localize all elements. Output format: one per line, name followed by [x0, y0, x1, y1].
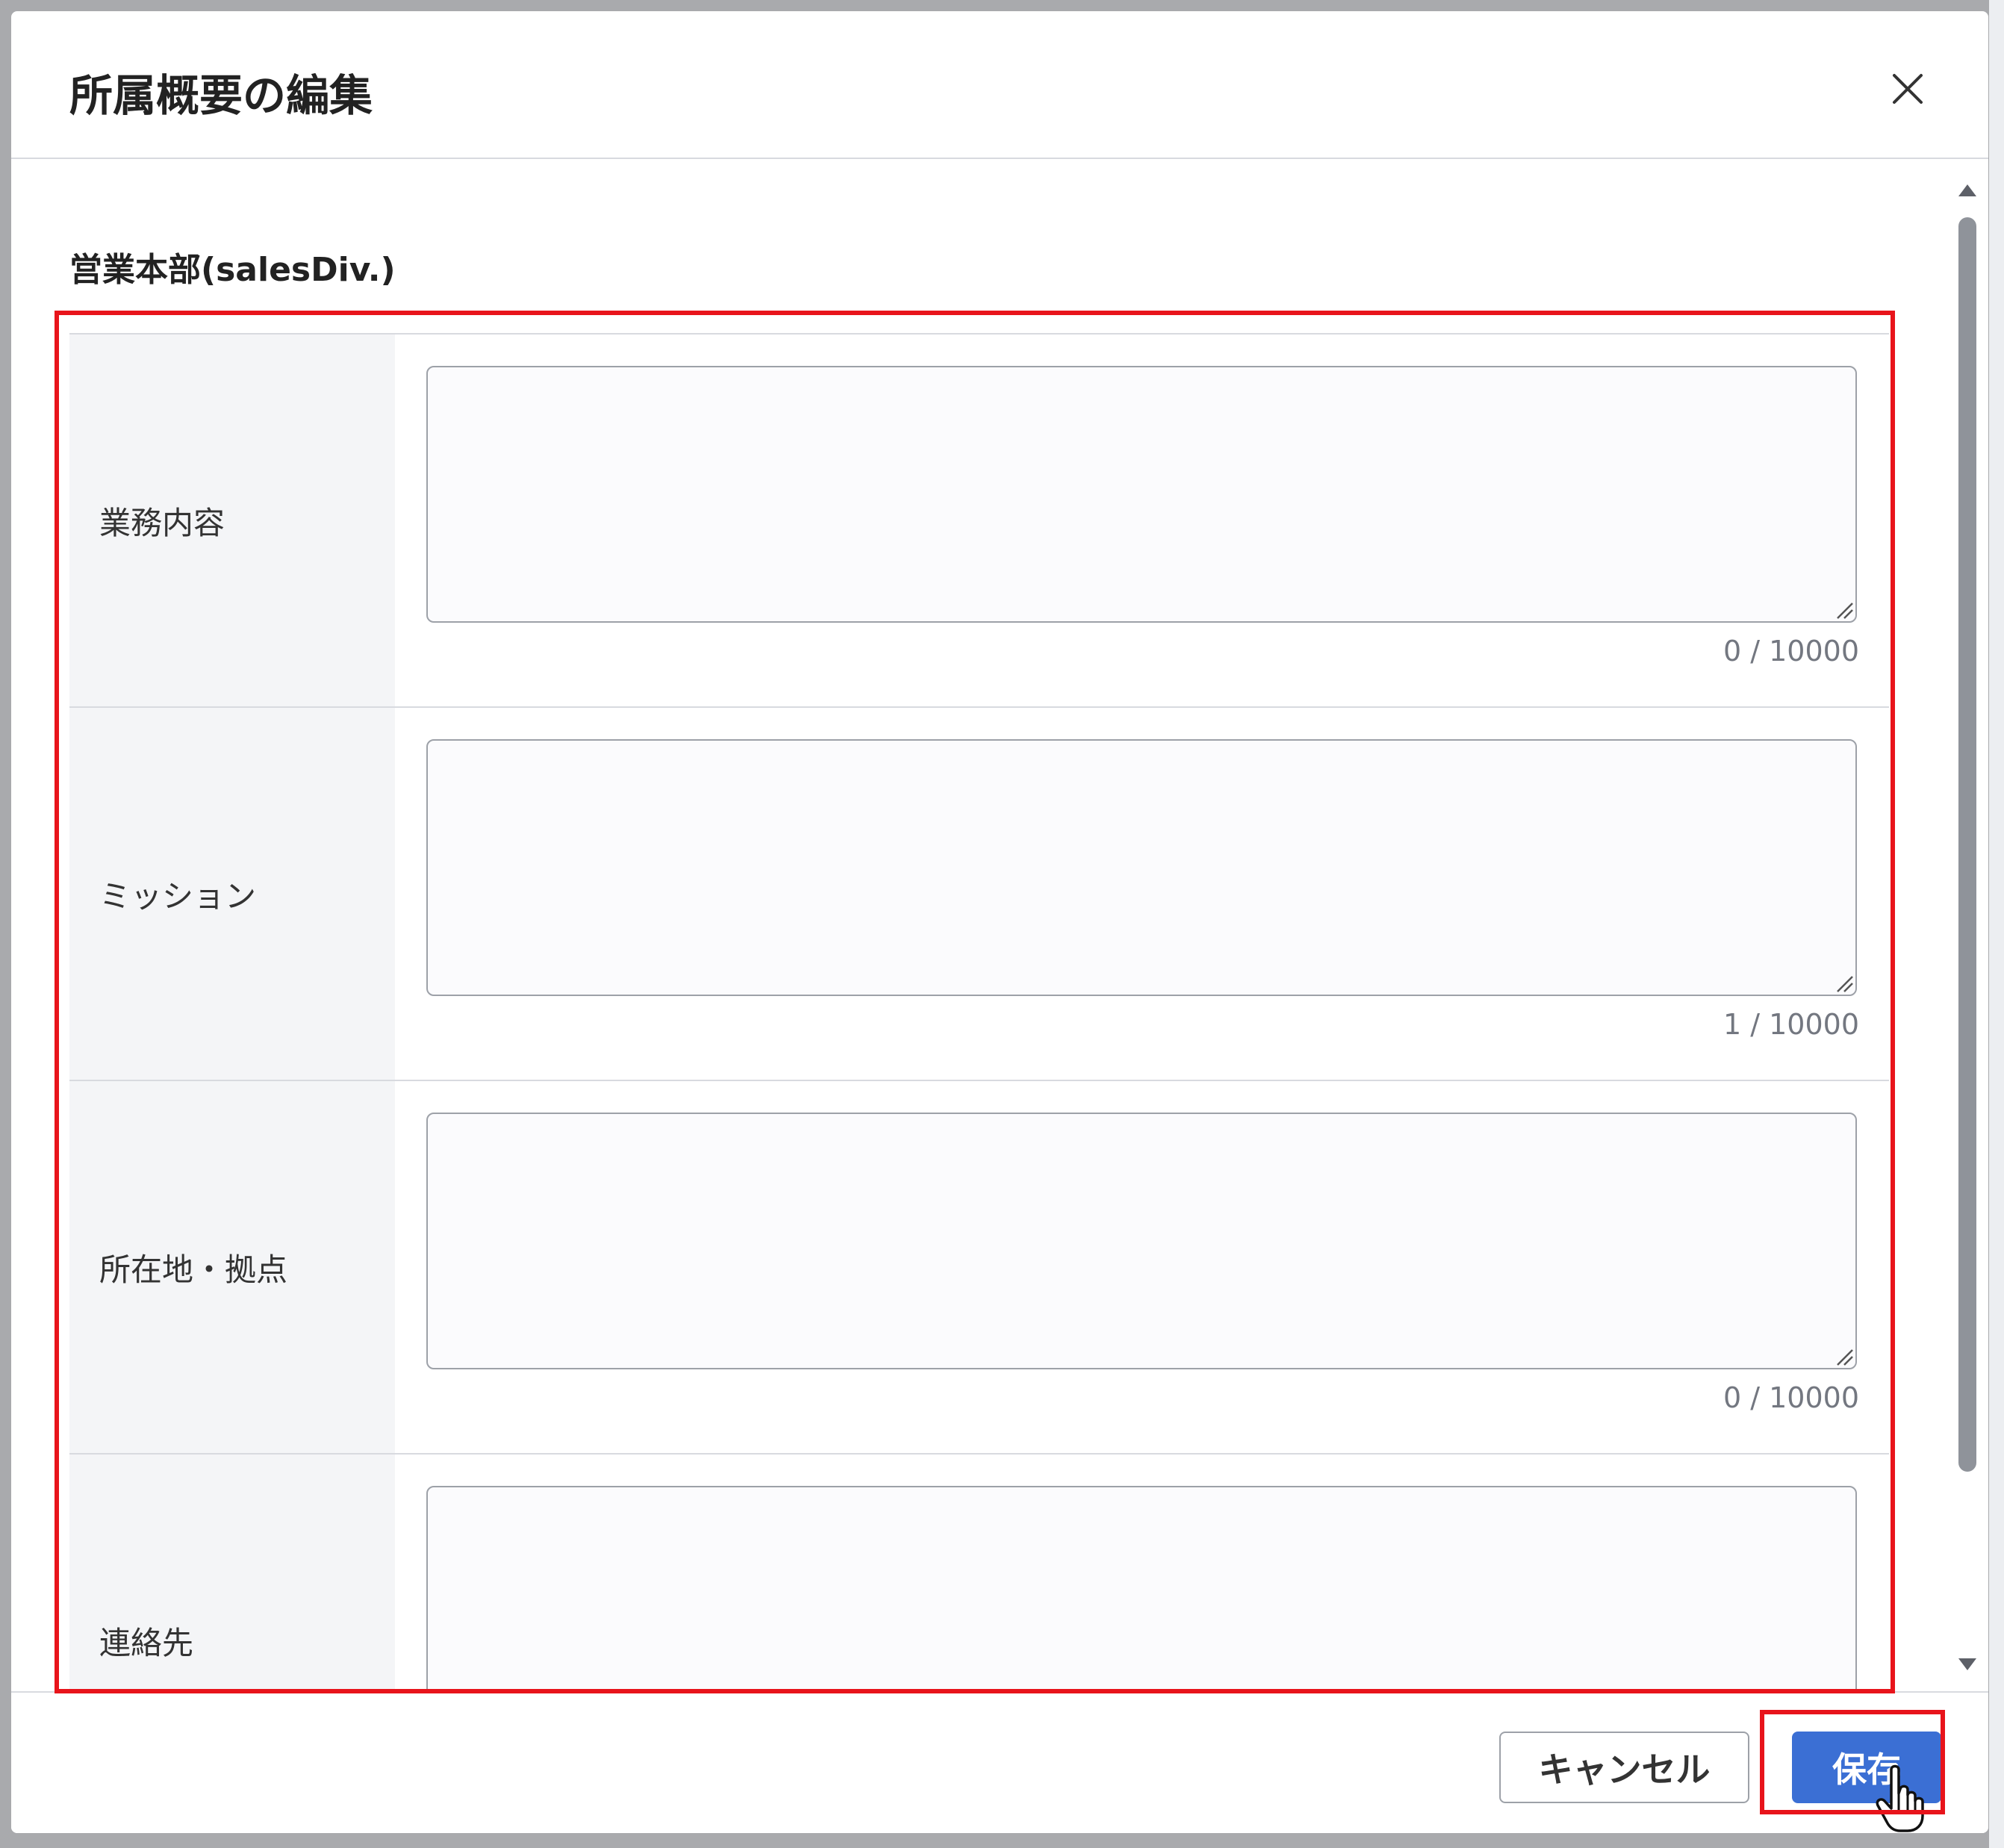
business-textarea[interactable] [426, 366, 1857, 623]
contact-textarea[interactable] [426, 1486, 1857, 1690]
scroll-up-arrow-icon[interactable] [1957, 180, 1978, 201]
modal-body: 営業本部(salesDiv.) 業務内容 0 / 10000 ミッション 1 /… [11, 161, 1967, 1690]
form-row-location: 所在地・拠点 0 / 10000 [69, 1081, 1889, 1455]
label-cell: 業務内容 [69, 335, 395, 706]
scroll-thumb[interactable] [1958, 217, 1976, 1472]
close-button[interactable] [1878, 59, 1938, 119]
label-cell: ミッション [69, 708, 395, 1080]
location-textarea[interactable] [426, 1113, 1857, 1369]
char-counter: 0 / 10000 [1723, 1381, 1859, 1414]
modal-title: 所属概要の編集 [69, 70, 373, 121]
resize-handle-icon[interactable] [1835, 600, 1854, 620]
modal-scrollbar[interactable] [1952, 168, 1982, 1684]
section-title: 営業本部(salesDiv.) [69, 251, 396, 289]
field-label-location: 所在地・拠点 [99, 1251, 288, 1288]
cancel-button[interactable]: キャンセル [1499, 1732, 1749, 1803]
form-table: 業務内容 0 / 10000 ミッション 1 / 10000 所在地・拠点 0 … [69, 333, 1889, 1690]
modal-footer: キャンセル 保存 [11, 1691, 1988, 1833]
form-row-business: 業務内容 0 / 10000 [69, 335, 1889, 708]
label-cell: 所在地・拠点 [69, 1081, 395, 1453]
field-label-contact: 連絡先 [99, 1624, 194, 1661]
field-cell: 0 / 10000 [395, 335, 1889, 706]
field-label-business: 業務内容 [99, 504, 225, 541]
resize-handle-icon[interactable] [1835, 1347, 1854, 1366]
mission-textarea[interactable] [426, 739, 1857, 996]
char-counter: 1 / 10000 [1723, 1008, 1859, 1041]
resize-handle-icon[interactable] [1835, 974, 1854, 993]
background-page-edge [1989, 0, 2004, 1848]
field-cell: 1 / 10000 [395, 708, 1889, 1080]
scroll-down-arrow-icon[interactable] [1957, 1654, 1978, 1675]
field-cell: 0 / 10000 [395, 1081, 1889, 1453]
char-counter: 0 / 10000 [1723, 635, 1859, 668]
label-cell: 連絡先 [69, 1455, 395, 1690]
edit-affiliation-modal: 所属概要の編集 営業本部(salesDiv.) 業務内容 0 / 10000 ミ… [11, 11, 1988, 1833]
field-cell [395, 1455, 1889, 1690]
form-row-mission: ミッション 1 / 10000 [69, 708, 1889, 1081]
close-icon [1893, 74, 1923, 104]
field-label-mission: ミッション [99, 877, 257, 915]
hand-pointer-cursor-icon [1876, 1764, 1924, 1832]
modal-header: 所属概要の編集 [11, 11, 1988, 159]
form-row-contact: 連絡先 [69, 1455, 1889, 1690]
